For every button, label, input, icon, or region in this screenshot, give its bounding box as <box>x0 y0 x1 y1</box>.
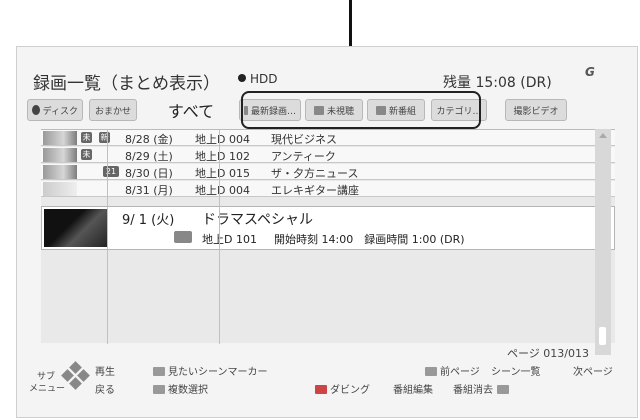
header: 録画一覧（まとめ表示） HDD 残量 15:08 (DR) G <box>25 59 625 95</box>
thumbnail <box>44 209 108 247</box>
unwatched-badge: 未 <box>81 132 92 143</box>
channel: 地上D 004 <box>195 184 250 197</box>
dpad-icon <box>61 361 90 390</box>
thumbnail <box>43 148 77 162</box>
tab-disc[interactable]: ディスク <box>27 99 83 121</box>
device-label: HDD <box>250 72 278 86</box>
record-date: 8/31 (月) <box>125 184 173 197</box>
skip-back-key-icon <box>425 367 437 376</box>
callout-highlight-box <box>241 91 481 129</box>
disc-icon <box>32 105 40 115</box>
recording-list: 未 新 8/28 (金) 地上D 004 現代ビジネス 未 8/29 (土) 地… <box>41 129 615 344</box>
hd-quality-icon <box>174 231 192 243</box>
column-divider <box>219 130 220 344</box>
brand-logo: G <box>585 65 595 79</box>
page-title: 録画一覧（まとめ表示） <box>33 74 220 94</box>
back-hint: 戻る <box>95 385 115 396</box>
channel: 地上D 015 <box>195 167 250 180</box>
tab-camera-video[interactable]: 撮影ビデオ <box>505 99 567 121</box>
channel: 地上D 102 <box>195 150 250 163</box>
list-item[interactable]: 21 8/30 (日) 地上D 015 ザ・夕方ニュース <box>41 164 615 180</box>
hdd-icon <box>238 74 246 82</box>
scene-marker-hint: 見たいシーンマーカー <box>153 363 268 378</box>
play-hint: 再生 <box>95 367 115 378</box>
scrollbar-thumb[interactable] <box>599 327 606 345</box>
episode-count-badge: 21 <box>103 166 119 177</box>
sub-menu-hint: サブ メニュー <box>29 372 66 394</box>
channel: 地上D 004 <box>195 133 250 146</box>
scrollbar[interactable] <box>595 129 611 355</box>
thumbnail <box>43 182 77 196</box>
recording-info: 開始時刻 14:00 録画時間 1:00 (DR) <box>274 233 465 246</box>
dubbing-hint: ダビング <box>315 381 370 396</box>
record-date: 9/ 1 (火) <box>122 213 175 228</box>
scene-list-hint: シーン一覧 <box>491 367 541 378</box>
tab-omakase[interactable]: おまかせ <box>89 99 137 121</box>
unwatched-badge: 未 <box>81 149 92 160</box>
thumbnail <box>43 131 77 145</box>
next-page-hint: 次ページ <box>573 367 613 378</box>
remaining-capacity: 残量 15:08 (DR) <box>443 75 552 91</box>
forward-key-icon <box>153 367 165 376</box>
selected-recording[interactable]: 9/ 1 (火) ドラマスペシャル 地上D 101 開始時刻 14:00 録画時… <box>41 206 615 250</box>
record-date: 8/29 (土) <box>125 150 173 163</box>
edit-hint: 番組編集 <box>393 385 433 396</box>
red-key-icon <box>315 385 327 394</box>
delete-hint: 番組消去 <box>453 381 512 396</box>
scroll-up-arrow-icon <box>599 133 607 138</box>
prev-page-hint: 前ページ <box>425 363 480 378</box>
tab-all[interactable]: すべて <box>151 99 231 121</box>
button-guide: サブ メニュー 再生 戻る 見たいシーンマーカー 複数選択 前ページ シーン一覧… <box>25 357 635 413</box>
device-indicator: HDD <box>238 72 278 86</box>
channel: 地上D 101 <box>202 233 257 246</box>
multi-select-hint: 複数選択 <box>153 381 208 396</box>
list-item[interactable]: 未 8/29 (土) 地上D 102 アンティーク <box>41 147 615 163</box>
recording-list-screen: 録画一覧（まとめ表示） HDD 残量 15:08 (DR) G ディスク おまか… <box>16 46 638 418</box>
program-title: ザ・夕方ニュース <box>271 167 359 180</box>
list-item[interactable]: 8/31 (月) 地上D 004 エレキギター講座 <box>41 181 615 197</box>
new-badge: 新 <box>99 132 110 143</box>
program-title: アンティーク <box>271 150 336 163</box>
program-title: エレキギター講座 <box>271 184 359 197</box>
thumbnail <box>43 165 77 179</box>
column-divider <box>107 130 108 344</box>
select-key-icon <box>153 385 165 394</box>
record-date: 8/28 (金) <box>125 133 173 146</box>
record-date: 8/30 (日) <box>125 167 173 180</box>
program-title: 現代ビジネス <box>271 133 337 146</box>
delete-key-icon <box>497 385 509 394</box>
list-item[interactable]: 未 新 8/28 (金) 地上D 004 現代ビジネス <box>41 130 615 146</box>
